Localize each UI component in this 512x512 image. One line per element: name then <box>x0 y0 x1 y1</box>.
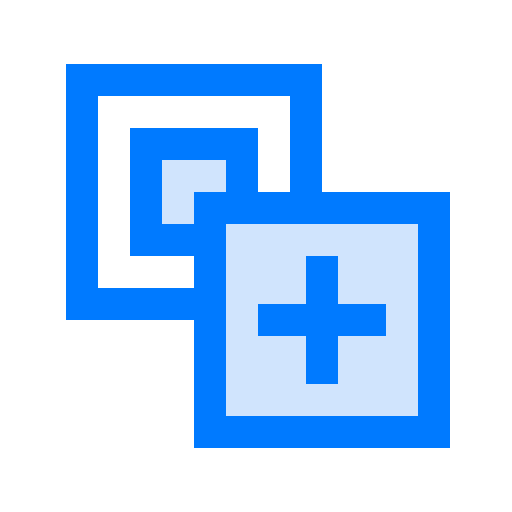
icon-canvas <box>0 0 512 512</box>
add-layer-icon <box>66 64 450 448</box>
